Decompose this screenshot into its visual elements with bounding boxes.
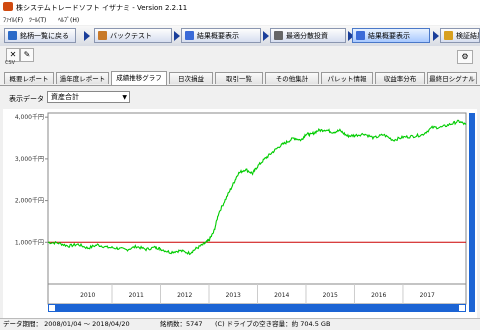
data-period: データ期間： 2008/01/04 ～ 2018/04/20 bbox=[3, 320, 130, 328]
tab-other-stats[interactable]: その他集計 bbox=[265, 72, 319, 84]
scroll-right-arrow bbox=[459, 305, 465, 311]
tab-yearly-report[interactable]: 過年度レポート bbox=[56, 72, 109, 84]
arrow-right-icon bbox=[84, 31, 90, 41]
grid-icon bbox=[274, 31, 283, 40]
status-bar: データ期間： 2008/01/04 ～ 2018/04/20 銘柄数：5747 … bbox=[0, 318, 480, 330]
window-title: 株システムトレードソフト イザナミ - Version 2.2.11 bbox=[16, 4, 188, 12]
results-summary-button[interactable]: 結果概要表示 bbox=[181, 28, 261, 43]
menu-bar: ﾌｧｲﾙ(F) ﾂｰﾙ(T) ﾍﾙﾌﾟ(H) bbox=[0, 14, 480, 25]
chart-icon bbox=[185, 31, 194, 40]
wrench-icon[interactable]: ✎ bbox=[20, 48, 34, 62]
toolbar: ✕ CSV ✎ ⚙ bbox=[0, 46, 480, 68]
tab-trade-list[interactable]: 取引一覧 bbox=[215, 72, 263, 84]
tab-return-distribution[interactable]: 収益率分布 bbox=[375, 72, 425, 84]
navigation-bar: 銘柄一覧に戻る バックテスト 結果概要表示 最適分散投資 結果概要表示 検証結果… bbox=[0, 26, 480, 47]
scroll-left-arrow bbox=[49, 305, 55, 311]
stock-count: 銘柄数：5747 bbox=[160, 320, 203, 328]
settings-icon[interactable]: ⚙ bbox=[457, 50, 473, 64]
tab-summary-report[interactable]: 概要レポート bbox=[4, 72, 54, 84]
chevron-down-icon: ▼ bbox=[122, 94, 127, 101]
x-tick-label: 2013 bbox=[226, 292, 241, 299]
tab-performance-graph[interactable]: 成績推移グラフ bbox=[111, 71, 167, 85]
y-tick-label: 1,000千円 bbox=[15, 238, 44, 246]
x-tick-label: 2010 bbox=[80, 292, 95, 299]
arrow-right-icon bbox=[433, 31, 439, 41]
arrow-right-icon bbox=[174, 31, 180, 41]
data-selector-value: 資産合計 bbox=[51, 93, 79, 101]
x-tick-label: 2015 bbox=[323, 292, 338, 299]
tab-daily-pl[interactable]: 日次損益 bbox=[169, 72, 213, 84]
data-selector[interactable]: 資産合計 ▼ bbox=[47, 91, 130, 103]
title-bar: 株システムトレードソフト イザナミ - Version 2.2.11 bbox=[0, 0, 480, 14]
verification-results-button[interactable]: 検証結果を bbox=[440, 28, 480, 43]
folder-icon bbox=[444, 31, 453, 40]
back-icon bbox=[8, 31, 17, 40]
results-summary-active-button[interactable]: 結果概要表示 bbox=[352, 28, 430, 43]
chart-icon bbox=[356, 31, 365, 40]
menu-tools[interactable]: ﾂｰﾙ(T) bbox=[29, 15, 46, 24]
chart-area: 1,000千円 2,000千円 3,000千円 4,000千円 2010 2011 2012… bbox=[3, 109, 477, 319]
backtest-button[interactable]: バックテスト bbox=[94, 28, 172, 43]
vertical-scrollbar bbox=[469, 113, 475, 312]
horizontal-scrollbar bbox=[48, 304, 466, 312]
x-tick-label: 2016 bbox=[371, 292, 386, 299]
csv-label: CSV bbox=[5, 60, 16, 66]
x-tick-label: 2011 bbox=[129, 292, 144, 299]
equity-chart: 1,000千円 2,000千円 3,000千円 4,000千円 2010 2011 2012… bbox=[15, 112, 475, 312]
app-icon bbox=[3, 2, 13, 11]
x-tick-label: 2012 bbox=[177, 292, 192, 299]
tab-final-signal[interactable]: 最終日シグナル bbox=[427, 72, 477, 84]
y-tick-label: 4,000千円 bbox=[15, 113, 44, 121]
data-selector-label: 表示データ bbox=[9, 95, 44, 103]
x-tick-label: 2017 bbox=[420, 292, 435, 299]
y-tick-label: 3,000千円 bbox=[15, 155, 44, 163]
arrow-right-icon bbox=[263, 31, 269, 41]
x-tick-label: 2014 bbox=[274, 292, 289, 299]
menu-file[interactable]: ﾌｧｲﾙ(F) bbox=[3, 15, 23, 24]
tab-bar: 概要レポート 過年度レポート 成績推移グラフ 日次損益 取引一覧 その他集計 パ… bbox=[0, 71, 480, 86]
disk-space: (C) ドライブの空き容量：約 704.5 GB bbox=[215, 320, 331, 328]
tab-pallet-info[interactable]: パレット情報 bbox=[321, 72, 373, 84]
backtest-icon bbox=[98, 31, 107, 40]
back-to-list-button[interactable]: 銘柄一覧に戻る bbox=[4, 28, 76, 43]
plot-area bbox=[47, 112, 467, 285]
y-tick-label: 2,000千円 bbox=[15, 197, 44, 205]
optimal-diversification-button[interactable]: 最適分散投資 bbox=[270, 28, 346, 43]
menu-help[interactable]: ﾍﾙﾌﾟ(H) bbox=[58, 15, 79, 24]
